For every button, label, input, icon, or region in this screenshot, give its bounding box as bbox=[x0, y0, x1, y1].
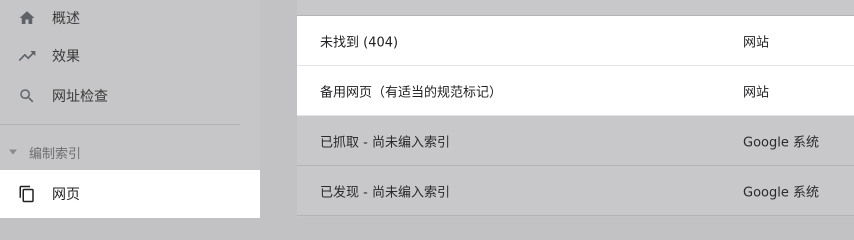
table-top-edge bbox=[297, 0, 854, 16]
row-source: Google 系统 bbox=[743, 185, 819, 200]
row-source: 网站 bbox=[743, 85, 770, 100]
caret-down-icon bbox=[9, 149, 17, 155]
sidebar-item-label: 网页 bbox=[52, 187, 80, 203]
search-icon bbox=[17, 86, 37, 106]
row-reason: 已抓取 - 尚未编入索引 bbox=[320, 135, 450, 150]
sidebar: 概述 效果 网址检查 编制索引 网页 bbox=[0, 0, 260, 218]
sidebar-item-overview[interactable]: 概述 bbox=[0, 0, 260, 38]
home-icon bbox=[17, 8, 37, 28]
sidebar-item-label: 效果 bbox=[52, 49, 80, 65]
row-reason: 未找到 (404) bbox=[320, 35, 399, 50]
row-source: Google 系统 bbox=[743, 135, 819, 150]
sidebar-item-performance[interactable]: 效果 bbox=[0, 36, 260, 76]
table-row[interactable]: 未找到 (404) 网站 bbox=[297, 16, 854, 66]
sidebar-section-label: 编制索引 bbox=[29, 146, 82, 162]
trending-up-icon bbox=[17, 46, 37, 66]
row-reason: 备用网页（有适当的规范标记） bbox=[320, 85, 503, 100]
sidebar-section-indexing[interactable]: 编制索引 bbox=[0, 136, 240, 168]
sidebar-item-label: 概述 bbox=[52, 11, 80, 27]
table-row[interactable]: 已抓取 - 尚未编入索引 Google 系统 bbox=[297, 116, 854, 166]
reasons-table: 未找到 (404) 网站 备用网页（有适当的规范标记） 网站 已抓取 - 尚未编… bbox=[297, 0, 854, 218]
sidebar-item-url-inspection[interactable]: 网址检查 bbox=[0, 76, 260, 116]
pages-icon bbox=[17, 184, 37, 204]
sidebar-item-pages[interactable]: 网页 bbox=[0, 170, 260, 218]
row-source: 网站 bbox=[743, 35, 770, 50]
table-row[interactable]: 已发现 - 尚未编入索引 Google 系统 bbox=[297, 166, 854, 216]
sidebar-item-label: 网址检查 bbox=[52, 89, 108, 105]
sidebar-divider bbox=[0, 124, 240, 125]
table-row[interactable]: 备用网页（有适当的规范标记） 网站 bbox=[297, 66, 854, 116]
row-reason: 已发现 - 尚未编入索引 bbox=[320, 185, 450, 200]
